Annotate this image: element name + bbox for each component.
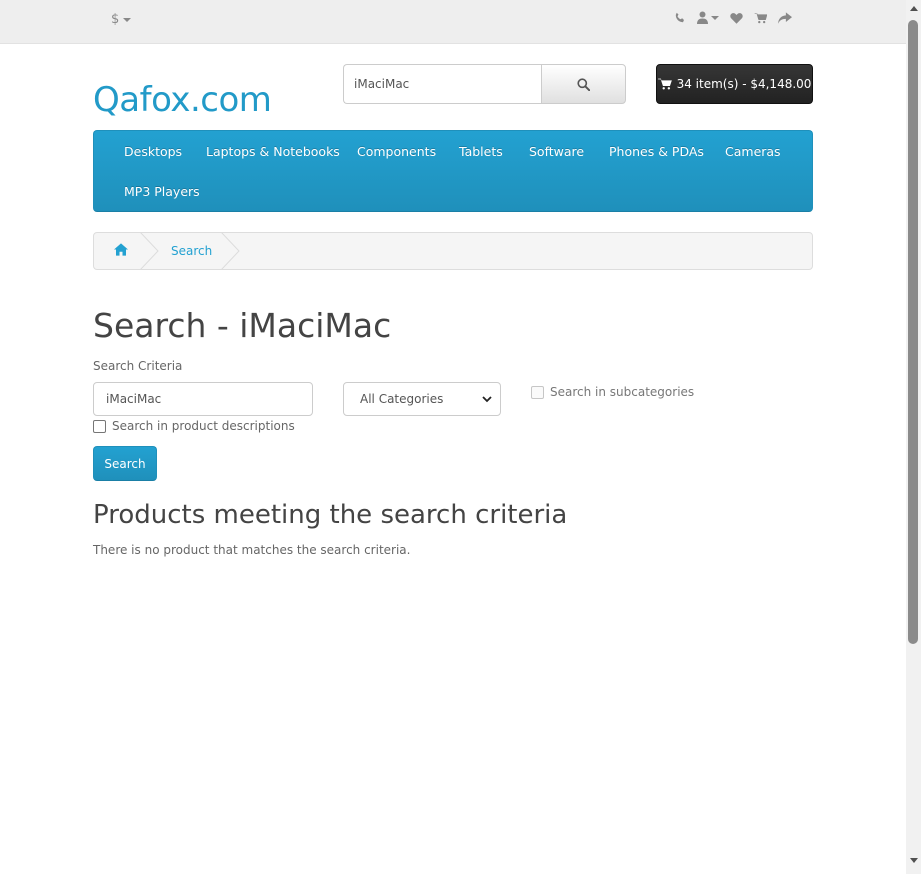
menu-item-components[interactable]: Components xyxy=(357,144,436,159)
cart-button[interactable]: 34 item(s) - $4,148.00 xyxy=(656,64,813,104)
descriptions-label: Search in product descriptions xyxy=(112,419,295,433)
keyword-input[interactable]: iMaciMac xyxy=(93,382,313,416)
subcategories-label: Search in subcategories xyxy=(550,385,695,399)
breadcrumb-search[interactable]: Search xyxy=(171,244,212,258)
page-title: Search - iMaciMac xyxy=(93,306,392,345)
heart-icon[interactable] xyxy=(730,12,743,24)
descriptions-checkbox[interactable] xyxy=(93,419,106,433)
results-heading: Products meeting the search criteria xyxy=(93,500,568,530)
menu-item-mp3-players[interactable]: MP3 Players xyxy=(124,184,200,199)
breadcrumb-separator xyxy=(140,233,159,269)
chevron-down-icon xyxy=(123,17,132,22)
site-logo[interactable]: Qafox.com xyxy=(93,80,272,120)
search-submit-button[interactable]: Search xyxy=(93,446,157,481)
scroll-down-icon[interactable] xyxy=(910,858,918,863)
cart-icon[interactable] xyxy=(754,12,767,24)
category-select[interactable]: All Categories xyxy=(343,382,501,416)
scrollbar-thumb[interactable] xyxy=(908,20,918,644)
scroll-up-icon[interactable] xyxy=(910,6,918,11)
currency-symbol: $ xyxy=(111,12,120,27)
descriptions-option: Search in product descriptions xyxy=(93,419,295,433)
menu-item-cameras[interactable]: Cameras xyxy=(725,144,781,159)
page-scrollbar[interactable] xyxy=(906,0,921,874)
header-search: iMaciMac xyxy=(343,64,626,104)
category-selected: All Categories xyxy=(360,392,444,406)
home-icon[interactable] xyxy=(114,243,128,259)
keyword-input-value: iMaciMac xyxy=(106,392,162,406)
phone-icon[interactable] xyxy=(674,12,686,24)
chevron-down-icon xyxy=(711,15,719,20)
breadcrumb: Search xyxy=(93,232,813,270)
search-input-value: iMaciMac xyxy=(354,77,410,91)
share-icon[interactable] xyxy=(778,11,792,24)
breadcrumb-separator xyxy=(221,233,240,269)
currency-dropdown[interactable]: $ xyxy=(111,12,132,27)
chevron-down-icon xyxy=(482,395,492,402)
search-input[interactable]: iMaciMac xyxy=(343,64,542,104)
subcategories-checkbox[interactable] xyxy=(531,385,544,399)
search-icon xyxy=(577,77,591,91)
main-menu: Desktops Laptops & Notebooks Components … xyxy=(93,130,813,212)
menu-item-phones[interactable]: Phones & PDAs xyxy=(609,144,704,159)
menu-item-desktops[interactable]: Desktops xyxy=(124,144,182,159)
cart-icon xyxy=(657,78,672,90)
subcategories-option: Search in subcategories xyxy=(531,385,694,399)
menu-item-tablets[interactable]: Tablets xyxy=(459,144,503,159)
menu-item-laptops[interactable]: Laptops & Notebooks xyxy=(206,144,340,159)
search-criteria-label: Search Criteria xyxy=(93,359,183,373)
top-links xyxy=(674,11,792,24)
account-dropdown[interactable] xyxy=(697,11,719,24)
menu-item-software[interactable]: Software xyxy=(529,144,584,159)
search-button[interactable] xyxy=(541,64,626,104)
no-results-message: There is no product that matches the sea… xyxy=(93,543,411,557)
top-bar: $ xyxy=(0,0,906,44)
cart-summary: 34 item(s) - $4,148.00 xyxy=(676,77,812,91)
user-icon xyxy=(697,11,708,24)
